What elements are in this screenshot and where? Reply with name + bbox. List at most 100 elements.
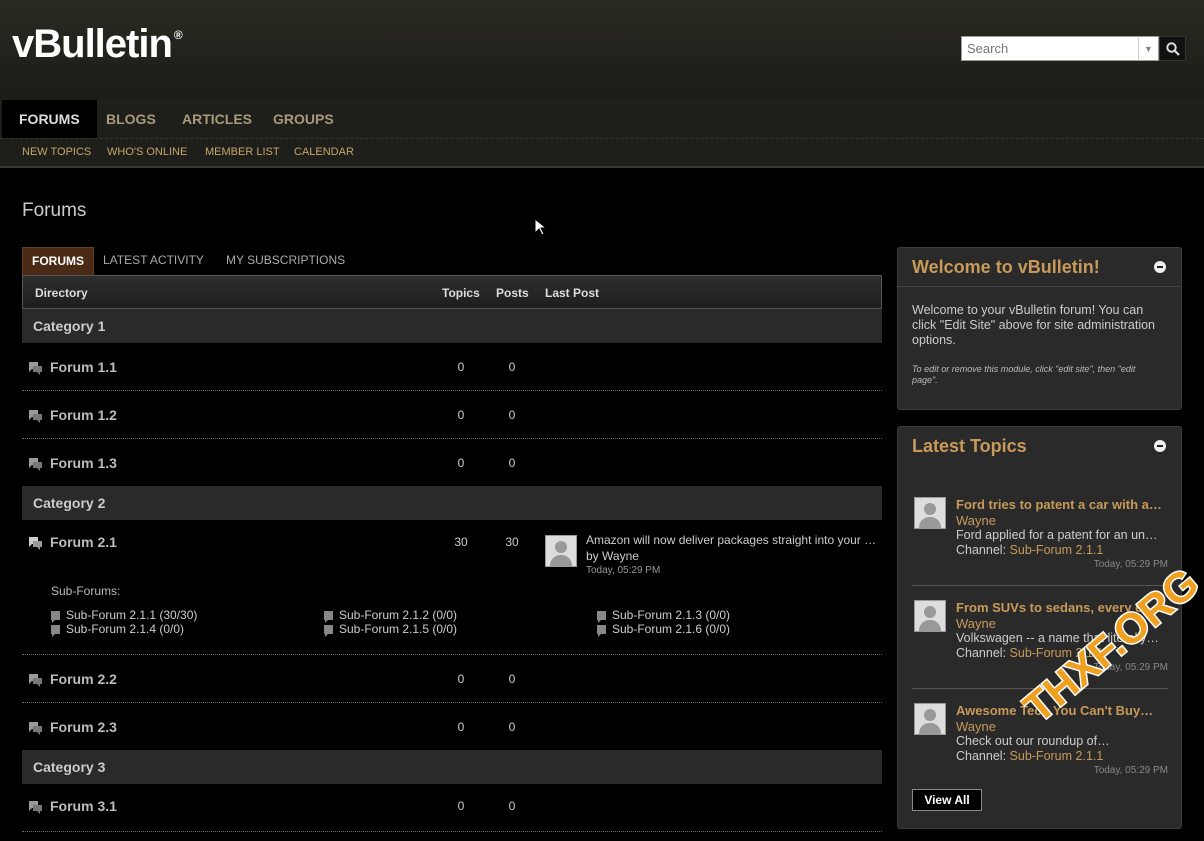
- forum-bubble-icon: [29, 458, 42, 471]
- welcome-panel: Welcome to vBulletin! Welcome to your vB…: [897, 247, 1182, 410]
- header-last-post: Last Post: [545, 286, 600, 300]
- subforum-icon: [597, 611, 606, 623]
- forum-link[interactable]: Forum 2.1: [50, 534, 117, 550]
- nav-tab-blogs[interactable]: BLOGS: [106, 100, 156, 138]
- tab-forums[interactable]: FORUMS: [22, 247, 94, 275]
- subforum-icon: [51, 625, 60, 637]
- sub-nav: NEW TOPICS WHO'S ONLINE MEMBER LIST CALE…: [0, 139, 1204, 168]
- user-avatar[interactable]: [545, 535, 577, 567]
- collapse-icon[interactable]: [1154, 440, 1166, 452]
- channel-link[interactable]: Sub-Forum 2.1.1: [1010, 749, 1104, 763]
- page-title: Forums: [22, 200, 87, 221]
- forum-link[interactable]: Forum 1.1: [50, 359, 117, 375]
- subforum-link[interactable]: Sub-Forum 2.1.1 (30/30): [51, 608, 197, 623]
- subforum-link[interactable]: Sub-Forum 2.1.6 (0/0): [597, 622, 730, 637]
- tab-latest-activity[interactable]: LATEST ACTIVITY: [103, 247, 204, 275]
- view-all-button[interactable]: View All: [912, 789, 982, 811]
- subnav-new-topics[interactable]: NEW TOPICS: [22, 139, 91, 166]
- topic-snippet: Ford applied for a patent for an un…: [956, 528, 1158, 542]
- topic-author[interactable]: Wayne: [956, 719, 996, 734]
- subnav-calendar[interactable]: CALENDAR: [294, 139, 354, 166]
- latest-topics-title: Latest Topics: [912, 436, 1027, 456]
- topic-title[interactable]: Ford tries to patent a car with a…: [956, 497, 1166, 512]
- header-directory: Directory: [35, 286, 88, 300]
- forum-posts-count: 0: [508, 360, 516, 374]
- forum-link[interactable]: Forum 3.1: [50, 798, 117, 814]
- search-button[interactable]: [1159, 36, 1186, 61]
- collapse-icon[interactable]: [1154, 261, 1166, 273]
- forum-row: Forum 2.3 0 0: [22, 703, 882, 750]
- subforum-icon: [324, 611, 333, 623]
- mouse-cursor-icon: [534, 218, 546, 236]
- welcome-hint: To edit or remove this module, click "ed…: [912, 364, 1136, 385]
- user-avatar[interactable]: [914, 497, 946, 529]
- forum-topics-count: 30: [454, 535, 468, 549]
- channel-link[interactable]: Sub-Forum 2.1.1: [1010, 543, 1104, 557]
- welcome-panel-header: Welcome to vBulletin!: [898, 248, 1181, 287]
- category-name: Category 1: [33, 318, 106, 334]
- forum-row: Forum 3.1 0 0: [22, 784, 882, 832]
- forum-bubble-icon: [29, 410, 42, 423]
- subforum-icon: [51, 611, 60, 623]
- last-post-time: Today, 05:29 PM: [586, 565, 661, 576]
- topic-author[interactable]: Wayne: [956, 513, 996, 528]
- topic-author[interactable]: Wayne: [956, 616, 996, 631]
- category-row[interactable]: Category 3: [22, 750, 882, 784]
- registered-mark: ®: [173, 28, 183, 42]
- header-posts: Posts: [496, 286, 529, 300]
- search-input[interactable]: [961, 36, 1138, 61]
- user-avatar[interactable]: [914, 703, 946, 735]
- header-topics: Topics: [442, 286, 480, 300]
- forum-directory-table: Directory Topics Posts Last Post Categor…: [22, 275, 882, 832]
- nav-tab-groups[interactable]: GROUPS: [273, 100, 334, 138]
- forum-link[interactable]: Forum 1.2: [50, 407, 117, 423]
- user-avatar[interactable]: [914, 600, 946, 632]
- forum-bubble-icon: [29, 674, 42, 687]
- subforum-icon: [324, 625, 333, 637]
- nav-tab-articles[interactable]: ARTICLES: [182, 100, 252, 138]
- forum-posts-count: 0: [508, 408, 516, 422]
- vbulletin-logo[interactable]: vBulletin ®: [12, 22, 183, 67]
- forum-row: Forum 1.1 0 0: [22, 343, 882, 391]
- forum-bubble-icon: [29, 722, 42, 735]
- forum-link[interactable]: Forum 1.3: [50, 455, 117, 471]
- category-row[interactable]: Category 1: [22, 309, 882, 343]
- search-box: ▼: [961, 36, 1186, 61]
- forum-posts-count: 30: [505, 535, 519, 549]
- forum-topics-count: 0: [457, 672, 465, 686]
- forum-posts-count: 0: [508, 672, 516, 686]
- main-nav: FORUMS BLOGS ARTICLES GROUPS: [0, 100, 1204, 139]
- subforum-link[interactable]: Sub-Forum 2.1.3 (0/0): [597, 608, 730, 623]
- forum-topics-count: 0: [457, 720, 465, 734]
- topic-channel: Channel: Sub-Forum 2.1.1: [956, 749, 1104, 763]
- logo-text: vBulletin: [12, 22, 173, 66]
- latest-topic-item: Ford tries to patent a car with a… Wayne…: [912, 497, 1168, 597]
- subnav-member-list[interactable]: MEMBER LIST: [205, 139, 280, 166]
- subnav-whos-online[interactable]: WHO'S ONLINE: [107, 139, 187, 166]
- topic-channel: Channel: Sub-Forum 2.1.1: [956, 543, 1104, 557]
- welcome-title: Welcome to vBulletin!: [912, 257, 1100, 277]
- subforum-link[interactable]: Sub-Forum 2.1.2 (0/0): [324, 608, 457, 623]
- subforums-label: Sub-Forums:: [51, 584, 121, 598]
- tab-my-subscriptions[interactable]: MY SUBSCRIPTIONS: [226, 247, 345, 275]
- default-avatar-icon: [919, 709, 941, 734]
- table-header: Directory Topics Posts Last Post: [22, 275, 882, 309]
- category-row[interactable]: Category 2: [22, 486, 882, 520]
- subforum-link[interactable]: Sub-Forum 2.1.5 (0/0): [324, 622, 457, 637]
- forum-bubble-icon: [29, 537, 42, 550]
- search-options-dropdown[interactable]: ▼: [1138, 36, 1159, 61]
- forum-link[interactable]: Forum 2.3: [50, 719, 117, 735]
- last-post-title[interactable]: Amazon will now deliver packages straigh…: [586, 533, 878, 547]
- subforum-link[interactable]: Sub-Forum 2.1.4 (0/0): [51, 622, 184, 637]
- divider: [912, 585, 1168, 586]
- nav-tab-forums[interactable]: FORUMS: [2, 100, 97, 138]
- forum-posts-count: 0: [508, 456, 516, 470]
- last-post-author[interactable]: by Wayne: [586, 549, 639, 563]
- forum-link[interactable]: Forum 2.2: [50, 671, 117, 687]
- latest-topics-header: Latest Topics: [898, 427, 1181, 465]
- forum-posts-count: 0: [508, 799, 516, 813]
- forum-topics-count: 0: [457, 456, 465, 470]
- search-icon: [1165, 41, 1180, 56]
- forum-row: Forum 1.3 0 0: [22, 439, 882, 486]
- default-avatar-icon: [919, 606, 941, 631]
